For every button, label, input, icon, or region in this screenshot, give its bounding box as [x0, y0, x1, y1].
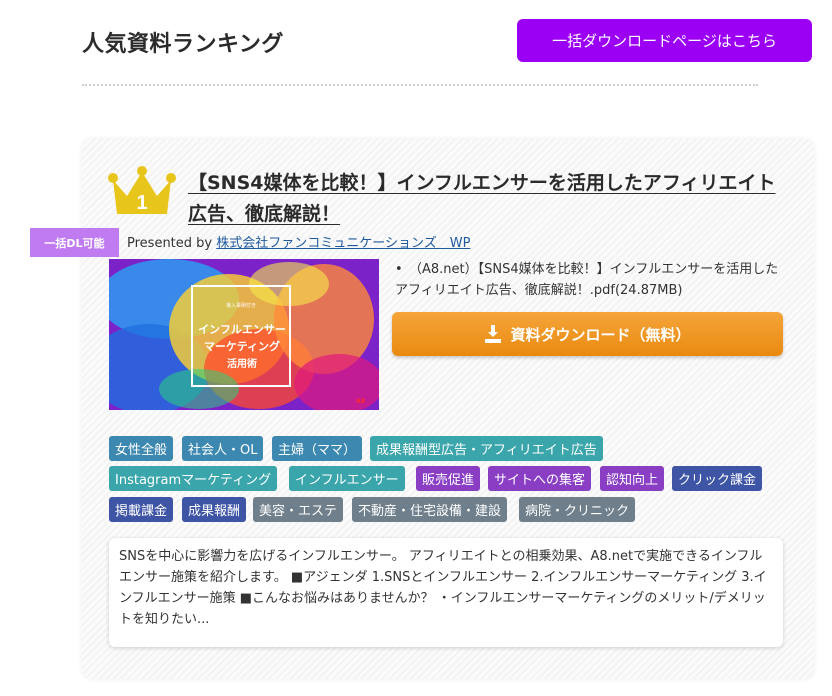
- thumbnail-line-3: 活用術: [227, 359, 257, 370]
- tag-item[interactable]: 女性全般: [109, 436, 174, 461]
- presented-prefix: Presented by: [127, 236, 213, 251]
- tag-item[interactable]: インフルエンサー: [289, 466, 405, 491]
- thumbnail-line-2: マーケティング: [203, 340, 281, 353]
- tag-item[interactable]: 美容・エステ: [253, 497, 344, 522]
- thumbnail-small-text: 導入事例付き: [225, 303, 256, 309]
- document-thumbnail[interactable]: 導入事例付き インフルエンサー マーケティング 活用術 A8: [109, 259, 379, 410]
- tag-item[interactable]: Instagramマーケティング: [109, 466, 278, 491]
- rank-number: 1: [136, 192, 147, 214]
- tag-item[interactable]: クリック課金: [672, 466, 763, 491]
- tag-item[interactable]: 病院・クリニック: [519, 497, 636, 522]
- download-icon: [485, 325, 502, 343]
- bulk-dl-badge: 一括DL可能: [30, 228, 119, 257]
- bullet-icon: •: [395, 262, 403, 277]
- bulk-download-button[interactable]: 一括ダウンロードページはこちら: [517, 19, 812, 62]
- tag-item[interactable]: 社会人・OL: [182, 436, 264, 461]
- tag-item[interactable]: サイトへの集客: [488, 466, 592, 491]
- presented-by: Presented by 株式会社ファンコミュニケーションズ WP: [127, 232, 470, 251]
- tag-item[interactable]: 販売促進: [416, 466, 481, 491]
- header-divider: [82, 84, 758, 86]
- item-title-link[interactable]: 【SNS4媒体を比較！】インフルエンサーを活用したアフィリエイト広告、徹底解説！: [188, 168, 788, 230]
- tag-item[interactable]: 主婦（ママ）: [272, 436, 363, 461]
- tag-item[interactable]: 認知向上: [600, 466, 665, 491]
- file-info-text: （A8.net）【SNS4媒体を比較！】インフルエンサーを活用したアフィリエイト…: [395, 262, 779, 298]
- tag-item[interactable]: 成果報酬: [182, 497, 247, 522]
- download-button-label: 資料ダウンロード（無料）: [510, 325, 691, 344]
- page-title: 人気資料ランキング: [82, 32, 284, 57]
- download-button[interactable]: 資料ダウンロード（無料）: [392, 312, 783, 356]
- tag-item[interactable]: 成果報酬型広告・アフィリエイト広告: [370, 436, 603, 461]
- crown-rank-icon: 1: [108, 166, 176, 214]
- description-box: SNSを中心に影響力を広げるインフルエンサー。 アフィリエイトとの相乗効果、A8…: [109, 538, 783, 647]
- company-link[interactable]: 株式会社ファンコミュニケーションズ WP: [216, 236, 470, 251]
- tag-item[interactable]: 掲載課金: [109, 497, 174, 522]
- thumbnail-line-1: インフルエンサー: [198, 323, 286, 336]
- file-info: • （A8.net）【SNS4媒体を比較！】インフルエンサーを活用したアフィリエイ…: [395, 259, 785, 301]
- tag-item[interactable]: 不動産・住宅設備・建設: [352, 497, 508, 522]
- thumbnail-brand: A8: [356, 398, 365, 405]
